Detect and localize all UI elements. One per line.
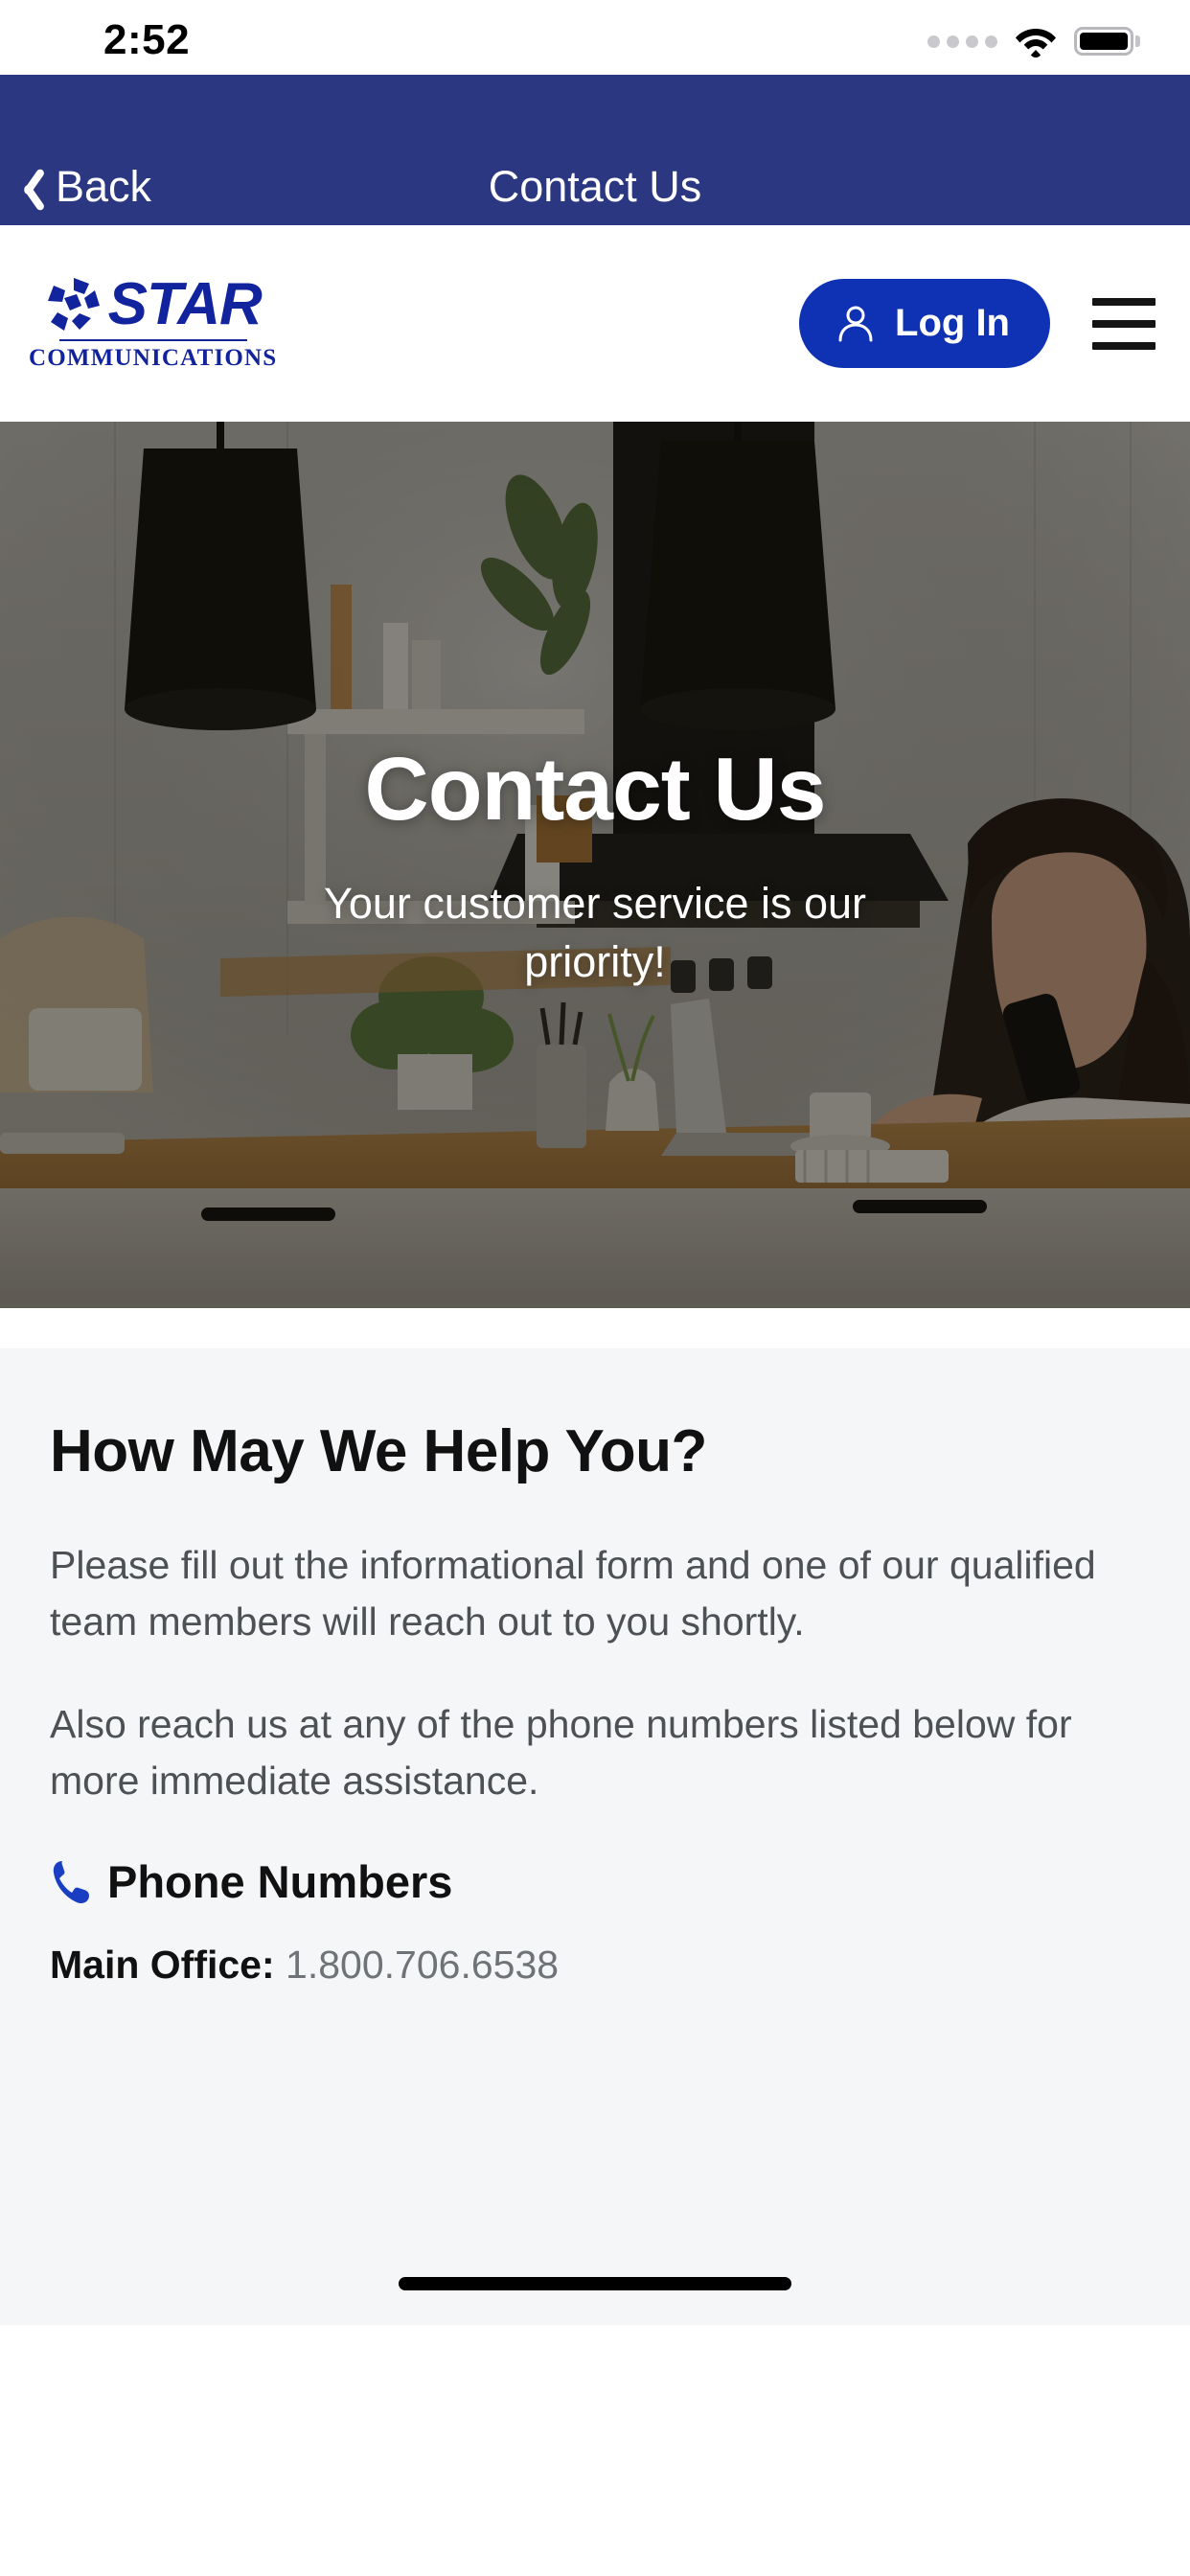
app-screen: 2:52 Back Contact Us STAR COMMUNICATIONS…: [0, 0, 1190, 2576]
back-button[interactable]: Back: [13, 162, 151, 212]
page-title: Contact Us: [488, 162, 702, 211]
logo-divider: [58, 339, 247, 341]
hero-banner: Contact Us Your customer service is our …: [0, 422, 1190, 1308]
header-actions: Log In: [799, 279, 1156, 368]
paragraph-2: Also reach us at any of the phone number…: [50, 1702, 1072, 1804]
user-icon: [835, 304, 876, 344]
chevron-left-icon: [13, 165, 42, 209]
login-button-label: Log In: [895, 302, 1010, 344]
main-content: How May We Help You? Please fill out the…: [0, 1348, 1190, 2325]
phone-number-label: Main Office:: [50, 1943, 275, 1988]
hero-subtitle: Your customer service is our priority!: [323, 879, 867, 986]
hero-title: Contact Us: [364, 739, 827, 840]
hero-content: Contact Us Your customer service is our …: [0, 422, 1190, 1308]
hamburger-menu-icon[interactable]: [1092, 297, 1156, 350]
wifi-icon: [1015, 25, 1057, 58]
telephone-receiver-icon: [50, 1859, 92, 1905]
home-indicator[interactable]: [399, 2277, 791, 2290]
login-button[interactable]: Log In: [799, 279, 1050, 368]
phone-numbers-label: Phone Numbers: [107, 1856, 453, 1908]
battery-full-icon: [1074, 27, 1140, 56]
signal-dots-icon: [927, 34, 997, 48]
logo-wordmark: STAR: [107, 271, 263, 337]
phone-number-value[interactable]: 1.800.706.6538: [286, 1943, 559, 1987]
phone-number-row[interactable]: Main Office: 1.800.706.6538: [50, 1943, 1140, 1988]
status-bar: 2:52: [0, 0, 1190, 75]
section-title: How May We Help You?: [50, 1418, 707, 1484]
phone-numbers-heading: Phone Numbers: [50, 1855, 1140, 1908]
status-icons: [927, 25, 1140, 58]
status-time: 2:52: [103, 16, 191, 63]
star-pinwheel-icon: [45, 275, 104, 334]
logo-subtitle: COMMUNICATIONS: [29, 345, 278, 371]
content-spacer: [0, 1308, 1190, 1348]
back-button-label: Back: [56, 162, 152, 211]
paragraph-1: Please fill out the informational form a…: [50, 1543, 1096, 1644]
navigation-bar: Back Contact Us: [0, 75, 1190, 225]
site-header: STAR COMMUNICATIONS Log In: [0, 225, 1190, 422]
star-communications-logo[interactable]: STAR COMMUNICATIONS: [29, 275, 277, 372]
